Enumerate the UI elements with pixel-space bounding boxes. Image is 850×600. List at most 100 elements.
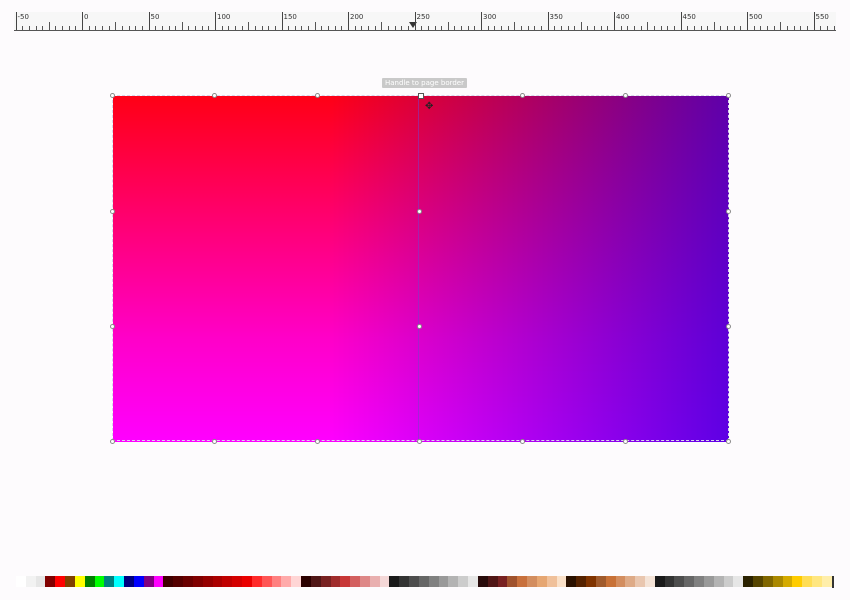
- color-swatch[interactable]: [713, 576, 724, 587]
- color-swatch[interactable]: [35, 576, 46, 587]
- color-swatch[interactable]: [821, 576, 832, 587]
- color-swatch[interactable]: [163, 576, 174, 587]
- color-swatch[interactable]: [684, 576, 695, 587]
- color-swatch[interactable]: [566, 576, 577, 587]
- handle-top-right[interactable]: [726, 93, 731, 98]
- color-swatch[interactable]: [330, 576, 341, 587]
- color-swatch[interactable]: [310, 576, 321, 587]
- color-swatch[interactable]: [487, 576, 498, 587]
- color-swatch[interactable]: [477, 576, 488, 587]
- handle-left-2[interactable]: [110, 324, 115, 329]
- color-swatch[interactable]: [556, 576, 567, 587]
- color-swatch[interactable]: [664, 576, 675, 587]
- color-swatch[interactable]: [232, 576, 243, 587]
- color-swatch[interactable]: [507, 576, 518, 587]
- color-swatch[interactable]: [153, 576, 164, 587]
- color-swatch[interactable]: [576, 576, 587, 587]
- color-swatch[interactable]: [212, 576, 223, 587]
- color-swatch[interactable]: [438, 576, 449, 587]
- color-swatch[interactable]: [143, 576, 154, 587]
- color-swatch[interactable]: [202, 576, 213, 587]
- color-swatch[interactable]: [418, 576, 429, 587]
- color-swatch[interactable]: [733, 576, 744, 587]
- color-swatch[interactable]: [458, 576, 469, 587]
- handle-right-1[interactable]: [726, 209, 731, 214]
- color-swatch[interactable]: [517, 576, 528, 587]
- color-swatch[interactable]: [615, 576, 626, 587]
- color-swatch[interactable]: [497, 576, 508, 587]
- color-swatch[interactable]: [625, 576, 636, 587]
- color-swatch[interactable]: [114, 576, 125, 587]
- color-swatch[interactable]: [45, 576, 56, 587]
- color-swatch[interactable]: [133, 576, 144, 587]
- handle-bottom-3[interactable]: [417, 439, 422, 444]
- color-swatch[interactable]: [448, 576, 459, 587]
- handle-top-1[interactable]: [212, 93, 217, 98]
- color-swatch[interactable]: [605, 576, 616, 587]
- color-swatch[interactable]: [674, 576, 685, 587]
- color-swatch[interactable]: [301, 576, 311, 587]
- color-swatch[interactable]: [782, 576, 793, 587]
- color-swatch[interactable]: [74, 576, 85, 587]
- color-swatch[interactable]: [192, 576, 203, 587]
- color-swatch[interactable]: [743, 576, 754, 587]
- color-swatch[interactable]: [124, 576, 134, 587]
- color-swatch[interactable]: [84, 576, 95, 587]
- color-swatch[interactable]: [772, 576, 783, 587]
- color-swatch[interactable]: [251, 576, 262, 587]
- color-swatch[interactable]: [792, 576, 803, 587]
- color-swatch[interactable]: [25, 576, 36, 587]
- handle-bottom-left[interactable]: [110, 439, 115, 444]
- color-swatch[interactable]: [802, 576, 813, 587]
- color-swatch[interactable]: [635, 576, 645, 587]
- color-swatch[interactable]: [55, 576, 66, 587]
- color-swatch[interactable]: [359, 576, 370, 587]
- handle-top-2[interactable]: [315, 93, 320, 98]
- color-swatch[interactable]: [261, 576, 272, 587]
- color-swatch[interactable]: [654, 576, 665, 587]
- color-swatch[interactable]: [16, 576, 26, 587]
- horizontal-ruler[interactable]: -50 0 50 100 150 200 250 300 350 400 450 500 550: [14, 12, 836, 31]
- color-swatch[interactable]: [694, 576, 704, 587]
- color-swatch[interactable]: [94, 576, 105, 587]
- color-swatch[interactable]: [320, 576, 331, 587]
- color-swatch[interactable]: [242, 576, 252, 587]
- handle-left-1[interactable]: [110, 209, 115, 214]
- color-swatch[interactable]: [281, 576, 292, 587]
- handle-top-4[interactable]: [520, 93, 525, 98]
- color-swatch[interactable]: [183, 576, 193, 587]
- handle-top-left[interactable]: [110, 93, 115, 98]
- color-swatch[interactable]: [271, 576, 282, 587]
- color-swatch[interactable]: [65, 576, 75, 587]
- color-swatch[interactable]: [586, 576, 596, 587]
- handle-top-5[interactable]: [623, 93, 628, 98]
- color-swatch[interactable]: [350, 576, 360, 587]
- color-swatch[interactable]: [546, 576, 557, 587]
- vertical-guide-line[interactable]: [418, 96, 419, 442]
- color-swatch[interactable]: [468, 576, 478, 587]
- color-swatch[interactable]: [104, 576, 115, 587]
- color-swatch[interactable]: [723, 576, 734, 587]
- color-swatch[interactable]: [428, 576, 439, 587]
- handle-bottom-1[interactable]: [212, 439, 217, 444]
- handle-bottom-right[interactable]: [726, 439, 731, 444]
- color-palette[interactable]: [16, 576, 832, 587]
- color-swatch[interactable]: [703, 576, 714, 587]
- handle-bottom-4[interactable]: [520, 439, 525, 444]
- handle-right-2[interactable]: [726, 324, 731, 329]
- color-swatch[interactable]: [379, 576, 390, 587]
- handle-center-1[interactable]: [417, 209, 422, 214]
- handle-bottom-2[interactable]: [315, 439, 320, 444]
- color-swatch[interactable]: [536, 576, 547, 587]
- color-swatch[interactable]: [753, 576, 763, 587]
- color-swatch[interactable]: [409, 576, 419, 587]
- color-swatch[interactable]: [389, 576, 400, 587]
- color-swatch[interactable]: [812, 576, 822, 587]
- color-swatch[interactable]: [645, 576, 655, 587]
- color-swatch[interactable]: [762, 576, 773, 587]
- color-swatch[interactable]: [291, 576, 302, 587]
- color-swatch[interactable]: [399, 576, 410, 587]
- color-swatch[interactable]: [340, 576, 351, 587]
- handle-bottom-5[interactable]: [623, 439, 628, 444]
- color-swatch[interactable]: [595, 576, 606, 587]
